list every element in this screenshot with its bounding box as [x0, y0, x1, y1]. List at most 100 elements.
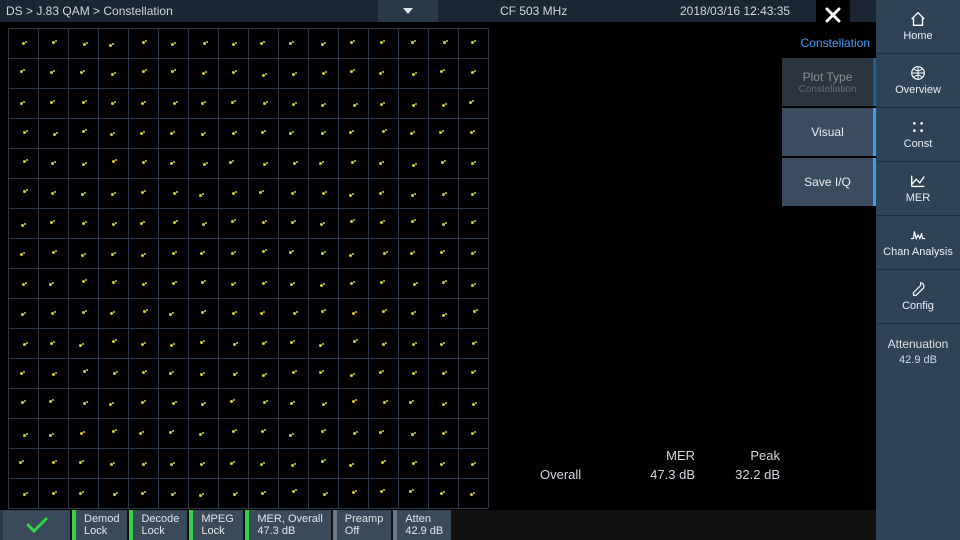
constellation-point — [321, 459, 326, 464]
constellation-point — [261, 130, 266, 135]
constellation-point — [472, 402, 477, 407]
constellation-point — [380, 220, 385, 225]
constellation-point — [293, 161, 298, 166]
constellation-point — [383, 400, 388, 405]
constellation-point — [381, 460, 386, 465]
constellation-point — [203, 41, 208, 46]
constellation-point — [471, 220, 476, 225]
constellation-point — [440, 491, 445, 496]
status-block-4[interactable]: PreampOff — [333, 510, 392, 540]
constellation-point — [352, 311, 357, 316]
constellation-point — [173, 101, 178, 106]
constellation-point — [349, 193, 354, 198]
constellation-point — [82, 162, 87, 167]
constellation-point — [112, 159, 117, 164]
constellation-point — [82, 100, 87, 105]
constellation-point — [471, 251, 476, 256]
constellation-point — [262, 281, 267, 286]
constellation-point — [79, 343, 84, 348]
center-frequency: CF 503 MHz — [500, 0, 567, 22]
status-block-1[interactable]: DecodeLock — [129, 510, 187, 540]
sidebar-item-config[interactable]: Config — [876, 270, 960, 324]
constellation-point — [380, 280, 385, 285]
constellation-point — [291, 191, 296, 196]
constellation-point — [292, 102, 297, 107]
constellation-point — [379, 191, 384, 196]
status-block-line1: MER, Overall — [257, 513, 322, 525]
constellation-point — [23, 159, 28, 164]
submenu: Constellation Plot Type Constellation Vi… — [782, 32, 876, 208]
constellation-point — [230, 399, 235, 404]
status-block-3[interactable]: MER, Overall47.3 dB — [245, 510, 330, 540]
constellation-point — [411, 40, 416, 45]
wrench-icon — [909, 280, 927, 298]
sidebar-item-home[interactable]: Home — [876, 0, 960, 54]
submenu-item-plot-type[interactable]: Plot Type Constellation — [782, 58, 876, 106]
constellation-point — [292, 72, 297, 77]
constellation-point — [169, 371, 174, 376]
constellation-point — [50, 341, 55, 346]
constellation-point — [53, 132, 58, 137]
constellation-point — [173, 220, 178, 225]
sidebar-item-chan-analysis[interactable]: Chan Analysis — [876, 216, 960, 270]
constellation-point — [410, 251, 415, 256]
constellation-point — [380, 489, 385, 494]
constellation-plot[interactable] — [8, 28, 488, 508]
constellation-point — [290, 282, 295, 287]
constellation-point — [229, 160, 234, 165]
sidebar-item-overview[interactable]: Overview — [876, 54, 960, 108]
constellation-point — [230, 461, 235, 466]
constellation-point — [23, 342, 28, 347]
constellation-point — [20, 371, 25, 376]
constellation-point — [52, 250, 57, 255]
status-block-0[interactable]: DemodLock — [72, 510, 127, 540]
submenu-item-visual[interactable]: Visual — [782, 108, 876, 156]
constellation-point — [22, 282, 27, 287]
constellation-point — [352, 399, 357, 404]
constellation-point — [23, 492, 28, 497]
constellation-point — [79, 491, 84, 496]
constellation-point — [51, 161, 56, 166]
constellation-point — [412, 461, 417, 466]
constellation-point — [412, 103, 417, 108]
status-block-5[interactable]: Atten42.9 dB — [393, 510, 451, 540]
sidebar-item-const[interactable]: Const — [876, 108, 960, 162]
constellation-point — [202, 71, 207, 76]
sidebar-item-label: MER — [906, 192, 930, 204]
constellation-point — [321, 131, 326, 136]
constellation-point — [199, 193, 204, 198]
status-block-2[interactable]: MPEGLock — [189, 510, 243, 540]
status-ok-indicator[interactable] — [0, 510, 70, 540]
constellation-point — [21, 400, 26, 405]
constellation-point — [320, 222, 325, 227]
constellation-point — [233, 342, 238, 347]
constellation-point — [112, 222, 117, 227]
constellation-point — [470, 130, 475, 135]
submenu-item-save-iq[interactable]: Save I/Q — [782, 158, 876, 206]
constellation-point — [442, 103, 447, 108]
top-dropdown[interactable] — [378, 0, 438, 22]
constellation-point — [290, 340, 295, 345]
sidebar-item-mer[interactable]: MER — [876, 162, 960, 216]
constellation-point — [471, 370, 476, 375]
constellation-point — [50, 100, 55, 105]
constellation-point — [232, 42, 237, 47]
constellation-point — [172, 251, 177, 256]
constellation-point — [379, 370, 384, 375]
sidebar-attenuation[interactable]: Attenuation 42.9 dB — [876, 324, 960, 378]
constellation-point — [382, 129, 387, 134]
constellation-point — [142, 69, 147, 74]
close-button[interactable] — [816, 0, 850, 30]
constellation-point — [352, 490, 357, 495]
constellation-point — [19, 460, 24, 465]
constellation-point — [472, 341, 477, 346]
constellation-point — [109, 43, 114, 48]
constellation-point — [49, 433, 54, 438]
constellation-point — [20, 252, 25, 257]
constellation-point — [110, 311, 115, 316]
constellation-point — [471, 462, 476, 467]
constellation-point — [83, 42, 88, 47]
readouts: MER Peak Overall 47.3 dB 32.2 dB — [540, 448, 780, 482]
constellation-point — [171, 42, 176, 47]
constellation-point — [262, 373, 267, 378]
